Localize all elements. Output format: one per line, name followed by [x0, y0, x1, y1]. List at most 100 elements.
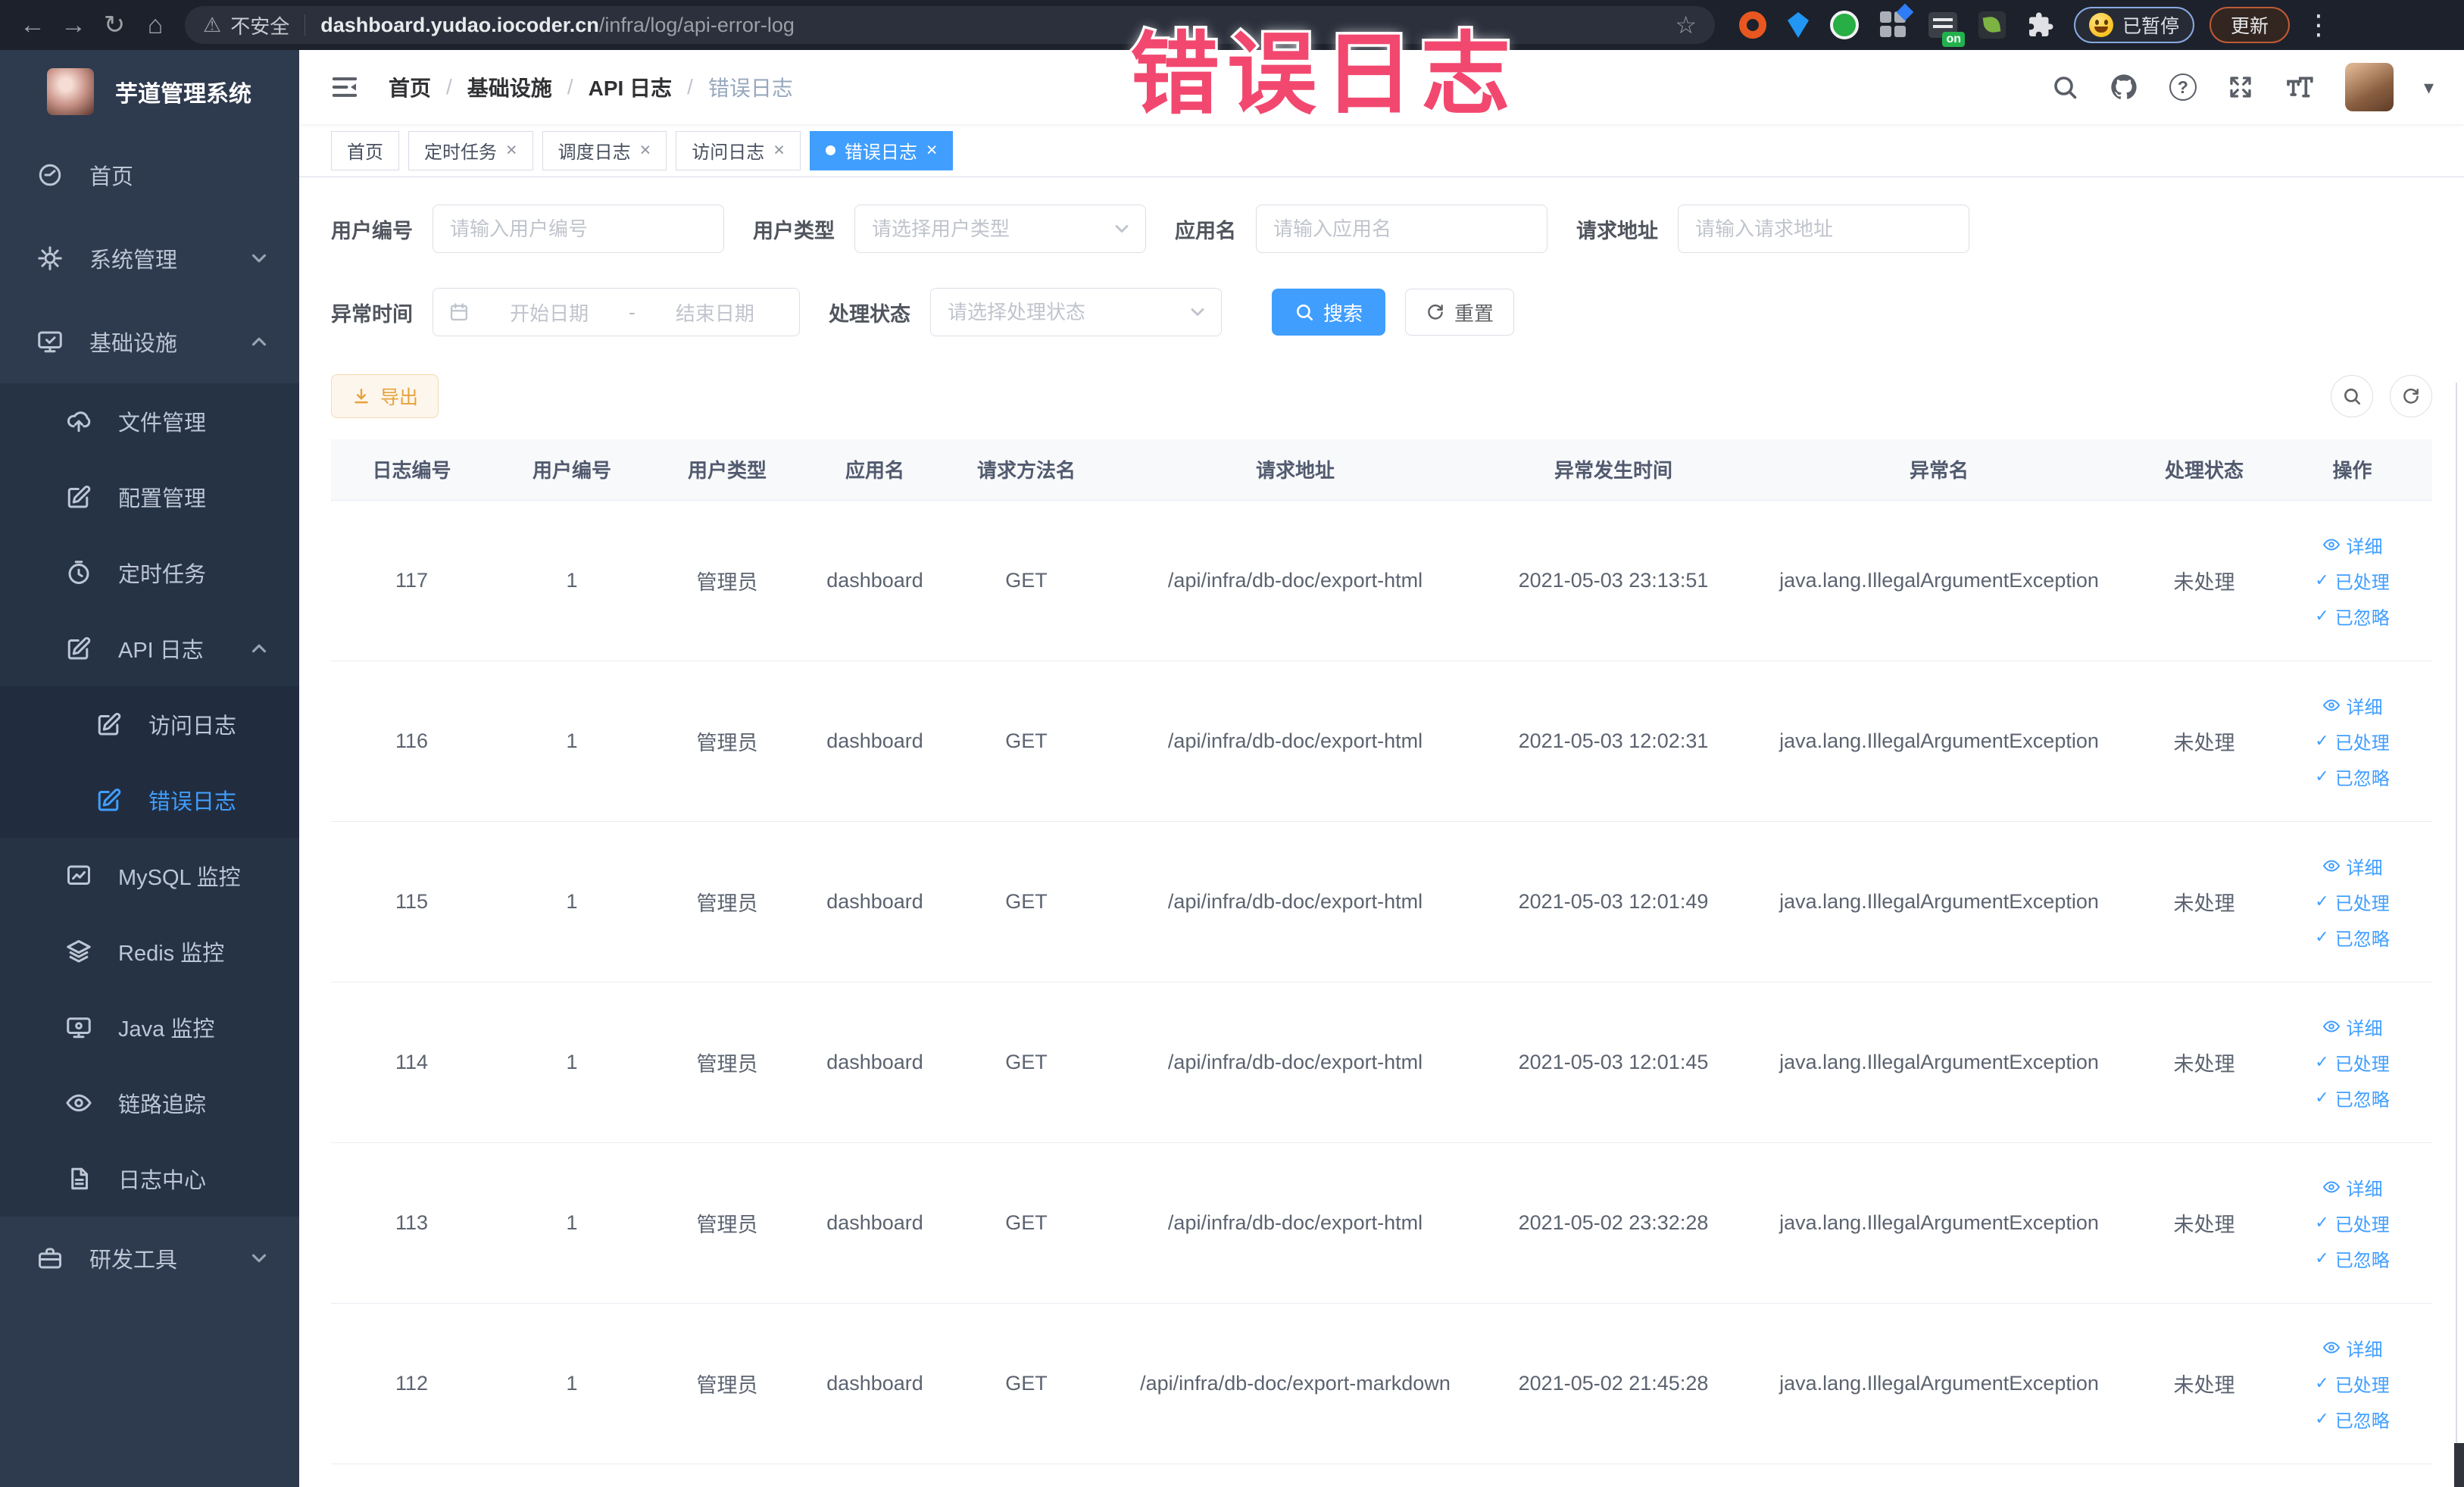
tab-access-log[interactable]: 访问日志 × — [676, 130, 801, 170]
mark-ignored-link[interactable]: ✓ 已忽略 — [2315, 1245, 2389, 1272]
browser-reload-button[interactable]: ↻ — [94, 5, 135, 45]
mark-ignored-link[interactable]: ✓ 已忽略 — [2315, 1406, 2389, 1432]
processed-label: 已处理 — [2334, 733, 2390, 754]
mark-processed-link[interactable]: ✓ 已处理 — [2315, 889, 2389, 915]
sidebar-item-access-log[interactable]: 访问日志 — [0, 686, 299, 762]
refresh-button[interactable] — [2390, 375, 2432, 417]
user-avatar[interactable] — [2344, 63, 2394, 111]
tab-close-icon[interactable]: × — [926, 139, 938, 161]
mark-processed-link[interactable]: ✓ 已处理 — [2315, 1370, 2389, 1397]
mark-ignored-link[interactable]: ✓ 已忽略 — [2315, 924, 2389, 951]
dashboard-icon — [36, 161, 64, 189]
tab-error-log[interactable]: 错误日志 × — [809, 130, 954, 170]
sidebar-item-label: 文件管理 — [118, 411, 207, 436]
extension-leaf-icon[interactable] — [1978, 11, 2006, 39]
bookmark-star-icon[interactable]: ☆ — [1675, 11, 1697, 39]
sidebar-item-tracing[interactable]: 链路追踪 — [0, 1065, 299, 1141]
sidebar-item-error-log[interactable]: 错误日志 — [0, 762, 299, 838]
col-app-name: 应用名 — [803, 439, 947, 501]
mark-ignored-link[interactable]: ✓ 已忽略 — [2315, 603, 2389, 629]
sidebar-item-config-management[interactable]: 配置管理 — [0, 459, 299, 535]
detail-link[interactable]: 详细 — [2322, 1014, 2383, 1040]
field-label: 用户类型 — [753, 219, 835, 242]
sidebar-item-dev-tools[interactable]: 研发工具 — [0, 1217, 299, 1300]
export-button[interactable]: 导出 — [331, 374, 439, 418]
mark-processed-link[interactable]: ✓ 已处理 — [2315, 567, 2389, 594]
page-scrollbar[interactable] — [2456, 383, 2457, 1469]
detail-link[interactable]: 详细 — [2322, 1174, 2383, 1201]
detail-link[interactable]: 详细 — [2322, 692, 2383, 719]
sidebar-item-mysql-monitor[interactable]: MySQL 监控 — [0, 838, 299, 914]
check-icon: ✓ — [2315, 570, 2329, 589]
fullscreen-icon[interactable] — [2227, 73, 2254, 101]
field-label: 应用名 — [1175, 219, 1236, 242]
tab-schedule-log[interactable]: 调度日志 × — [542, 130, 667, 170]
mark-processed-link[interactable]: ✓ 已处理 — [2315, 728, 2389, 754]
date-range-picker[interactable]: 开始日期 - 结束日期 — [433, 288, 800, 336]
detail-link[interactable]: 详细 — [2322, 853, 2383, 879]
user-type-select[interactable] — [854, 205, 1146, 253]
hamburger-icon[interactable] — [329, 72, 360, 102]
cell-app-name: dashboard — [803, 661, 947, 822]
search-button[interactable]: 搜索 — [1272, 289, 1386, 336]
extension-grid-icon[interactable] — [1880, 3, 1914, 39]
tab-home[interactable]: 首页 — [331, 130, 399, 170]
browser-home-button[interactable]: ⌂ — [135, 5, 176, 45]
sidebar-item-file-management[interactable]: 文件管理 — [0, 383, 299, 459]
extension-switch-icon[interactable]: on — [1928, 12, 1965, 47]
app-logo[interactable]: 芋道管理系统 — [0, 50, 299, 133]
cell-method: GET — [947, 821, 1106, 982]
sidebar-item-scheduled-tasks[interactable]: 定时任务 — [0, 535, 299, 611]
security-label: 不安全 — [230, 14, 290, 38]
user-id-input[interactable] — [433, 205, 724, 253]
paused-extension-badge[interactable]: 已暂停 — [2074, 7, 2195, 43]
extension-green-circle-icon[interactable] — [1830, 11, 1859, 39]
sidebar-item-java-monitor[interactable]: Java 监控 — [0, 989, 299, 1065]
sidebar-item-home[interactable]: 首页 — [0, 133, 299, 217]
row-actions: 详细 ✓ 已处理 ✓ 已忽略 — [2272, 1174, 2432, 1272]
tab-close-icon[interactable]: × — [640, 139, 651, 161]
browser-forward-button[interactable]: → — [53, 5, 94, 45]
cell-exception-name: java.lang.IllegalArgumentException — [1742, 1303, 2136, 1464]
ignored-label: 已忽略 — [2334, 1250, 2390, 1271]
mark-ignored-link[interactable]: ✓ 已忽略 — [2315, 1085, 2389, 1111]
tab-close-icon[interactable]: × — [773, 139, 785, 161]
mark-processed-link[interactable]: ✓ 已处理 — [2315, 1049, 2389, 1076]
caret-down-icon[interactable]: ▾ — [2424, 76, 2434, 99]
process-status-select[interactable] — [930, 288, 1222, 336]
breadcrumb-home[interactable]: 首页 — [389, 72, 431, 102]
help-glyph: ? — [2177, 77, 2188, 97]
sidebar-item-label: 首页 — [89, 165, 134, 189]
font-size-icon[interactable] — [2284, 72, 2315, 102]
extension-blue-drop-icon[interactable] — [1788, 12, 1809, 38]
check-icon: ✓ — [2315, 1088, 2329, 1107]
help-icon[interactable]: ? — [2169, 73, 2197, 101]
request-url-input[interactable] — [1678, 205, 1969, 253]
extensions-puzzle-icon[interactable] — [2027, 11, 2054, 39]
tab-close-icon[interactable]: × — [506, 139, 517, 161]
detail-link[interactable]: 详细 — [2322, 1335, 2383, 1361]
mark-processed-link[interactable]: ✓ 已处理 — [2315, 1210, 2389, 1236]
app-name-input[interactable] — [1256, 205, 1547, 253]
cell-status: 未处理 — [2136, 500, 2272, 661]
tab-scheduled-tasks[interactable]: 定时任务 × — [408, 130, 533, 170]
search-icon[interactable] — [2051, 73, 2078, 101]
browser-back-button[interactable]: ← — [12, 5, 53, 45]
search-toggle-button[interactable] — [2331, 375, 2373, 417]
sidebar-item-redis-monitor[interactable]: Redis 监控 — [0, 914, 299, 989]
browser-update-button[interactable]: 更新 — [2209, 7, 2291, 43]
sidebar-item-api-logs[interactable]: API 日志 — [0, 611, 299, 686]
breadcrumb-api-logs[interactable]: API 日志 — [589, 72, 672, 102]
breadcrumb-infrastructure[interactable]: 基础设施 — [467, 72, 552, 102]
col-actions: 操作 — [2272, 439, 2432, 501]
mark-ignored-link[interactable]: ✓ 已忽略 — [2315, 764, 2389, 790]
site-security-indicator[interactable]: ⚠ 不安全 — [203, 11, 289, 39]
sidebar-item-log-center[interactable]: 日志中心 — [0, 1141, 299, 1217]
github-icon[interactable] — [2109, 72, 2139, 102]
sidebar-item-system-management[interactable]: 系统管理 — [0, 217, 299, 300]
extension-orange-ring-icon[interactable] — [1739, 11, 1766, 39]
sidebar-item-infrastructure[interactable]: 基础设施 — [0, 300, 299, 383]
detail-link[interactable]: 详细 — [2322, 532, 2383, 558]
browser-menu-icon[interactable]: ⋮ — [2305, 9, 2332, 41]
reset-button[interactable]: 重置 — [1405, 289, 1515, 336]
